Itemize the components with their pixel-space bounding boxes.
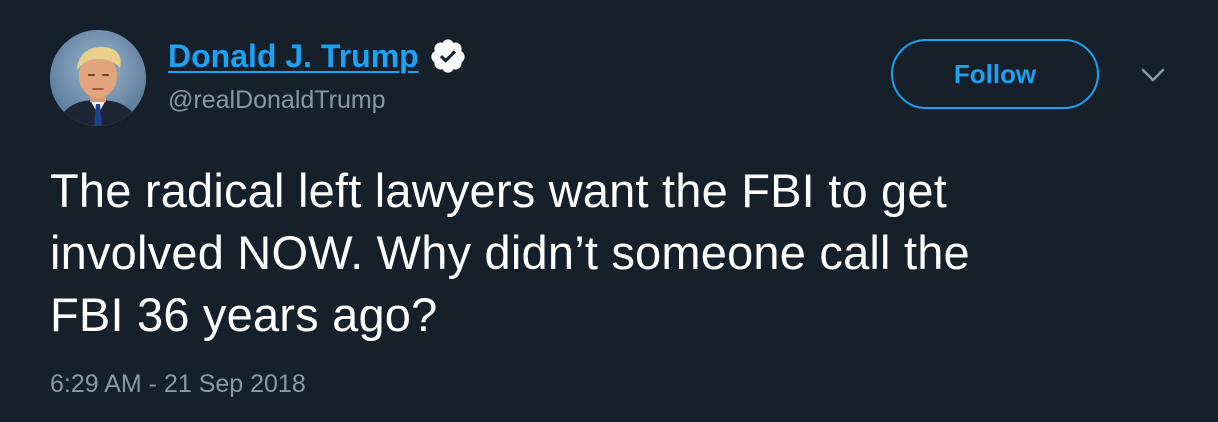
author-handle[interactable]: @realDonaldTrump xyxy=(168,86,386,115)
author-name-row: Donald J. Trump xyxy=(168,36,467,76)
chevron-down-icon[interactable] xyxy=(1138,64,1168,86)
verified-badge-icon xyxy=(431,39,465,73)
avatar-image xyxy=(50,30,146,126)
tweet-text-line: The radical left lawyers want the FBI to… xyxy=(50,164,947,217)
tweet-text-line: FBI 36 years ago? xyxy=(50,288,438,341)
avatar[interactable] xyxy=(50,30,146,126)
tweet-timestamp[interactable]: 6:29 AM - 21 Sep 2018 xyxy=(50,370,306,399)
author-display-name[interactable]: Donald J. Trump xyxy=(168,38,419,75)
follow-button[interactable]: Follow xyxy=(891,39,1099,109)
tweet-text: The radical left lawyers want the FBI to… xyxy=(50,160,1180,346)
tweet-text-line: involved NOW. Why didn’t someone call th… xyxy=(50,226,970,279)
tweet-card: Donald J. Trump @realDonaldTrump Follow … xyxy=(0,0,1218,422)
